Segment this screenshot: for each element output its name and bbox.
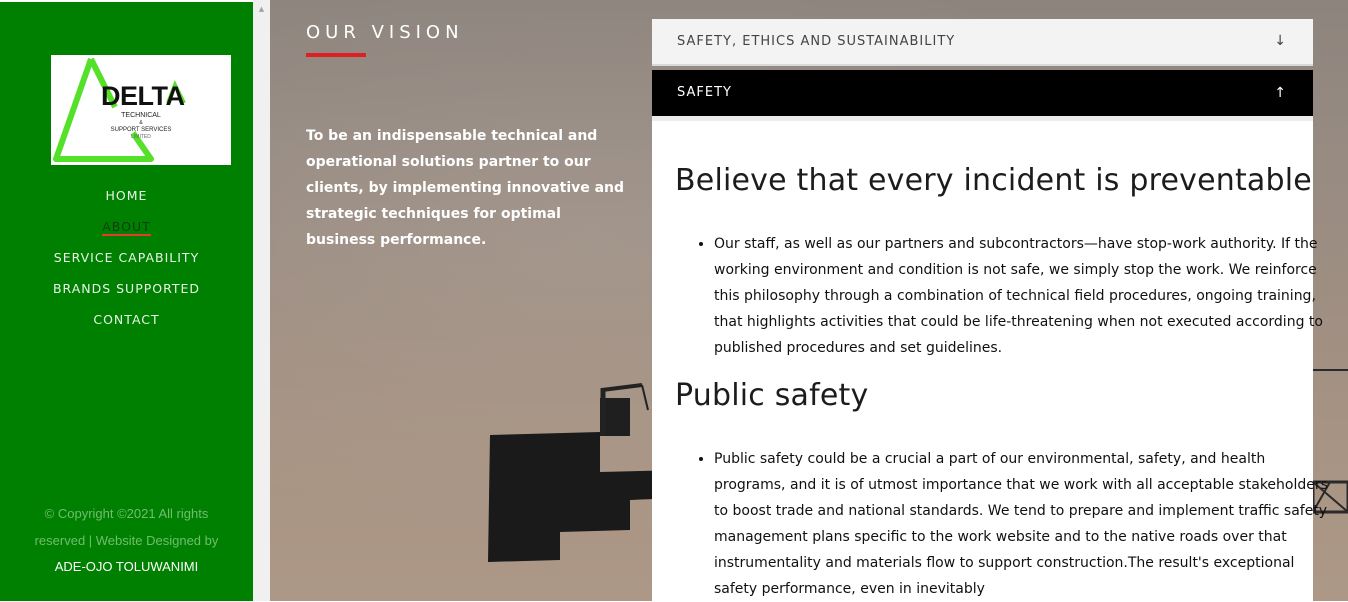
accordion-body: Believe that every incident is preventab… xyxy=(652,116,1328,601)
logo-sub-line: LIMITED xyxy=(131,134,151,140)
scrollbar[interactable]: ▲ xyxy=(253,0,270,601)
vision-title: OUR VISION xyxy=(306,22,464,43)
arrow-down-icon: ↓ xyxy=(1274,33,1287,49)
safety-accordion: SAFETY, ETHICS AND SUSTAINABILITY ↓ SAFE… xyxy=(652,19,1328,601)
nav-about[interactable]: ABOUT xyxy=(0,217,253,248)
scroll-up-arrow-icon[interactable]: ▲ xyxy=(253,2,270,16)
logo-sub-line: SUPPORT SERVICES xyxy=(110,127,172,133)
bullet-list: Public safety could be a crucial a part … xyxy=(675,446,1334,602)
logo-wordmark: DELTA xyxy=(101,81,185,111)
copyright-text: © Copyright ©2021 All rights reserved | … xyxy=(34,506,219,548)
accordion-header-safety-ethics[interactable]: SAFETY, ETHICS AND SUSTAINABILITY ↓ xyxy=(652,19,1313,66)
vision-title-underline xyxy=(306,53,366,57)
nav-service-capability-label: SERVICE CAPABILITY xyxy=(53,250,200,265)
designer-link[interactable]: ADE-OJO TOLUWANIMI xyxy=(0,554,253,580)
nav-brands-supported-label: BRANDS SUPPORTED xyxy=(52,281,201,296)
section-heading: Believe that every incident is preventab… xyxy=(675,163,1312,198)
nav-home-label: HOME xyxy=(105,188,148,203)
nav-about-label: ABOUT xyxy=(102,219,151,236)
vision-statement: To be an indispensable technical and ope… xyxy=(306,128,625,248)
accordion-header-safety[interactable]: SAFETY ↑ xyxy=(652,70,1313,116)
nav-contact[interactable]: CONTACT xyxy=(0,310,253,341)
logo-sub-line: TECHNICAL xyxy=(121,112,161,119)
accordion-header-label: SAFETY xyxy=(677,85,732,100)
bullet-list: Our staff, as well as our partners and s… xyxy=(675,231,1334,361)
list-item: Our staff, as well as our partners and s… xyxy=(714,231,1334,361)
nav-contact-label: CONTACT xyxy=(93,312,160,327)
sidebar: DELTA TECHNICAL & SUPPORT SERVICES LIMIT… xyxy=(0,0,253,601)
nav-brands-supported[interactable]: BRANDS SUPPORTED xyxy=(0,279,253,310)
logo-subtitle: TECHNICAL & SUPPORT SERVICES LIMITED xyxy=(51,112,231,140)
accordion-header-label: SAFETY, ETHICS AND SUSTAINABILITY xyxy=(677,34,956,49)
sidebar-footer: © Copyright ©2021 All rights reserved | … xyxy=(0,500,253,580)
main-nav: HOME ABOUT SERVICE CAPABILITY BRANDS SUP… xyxy=(0,186,253,341)
delta-logo[interactable]: DELTA TECHNICAL & SUPPORT SERVICES LIMIT… xyxy=(51,55,231,165)
list-item: Public safety could be a crucial a part … xyxy=(714,446,1334,602)
arrow-up-icon: ↑ xyxy=(1274,85,1287,101)
nav-home[interactable]: HOME xyxy=(0,186,253,217)
nav-service-capability[interactable]: SERVICE CAPABILITY xyxy=(0,248,253,279)
section-heading: Public safety xyxy=(675,378,869,413)
